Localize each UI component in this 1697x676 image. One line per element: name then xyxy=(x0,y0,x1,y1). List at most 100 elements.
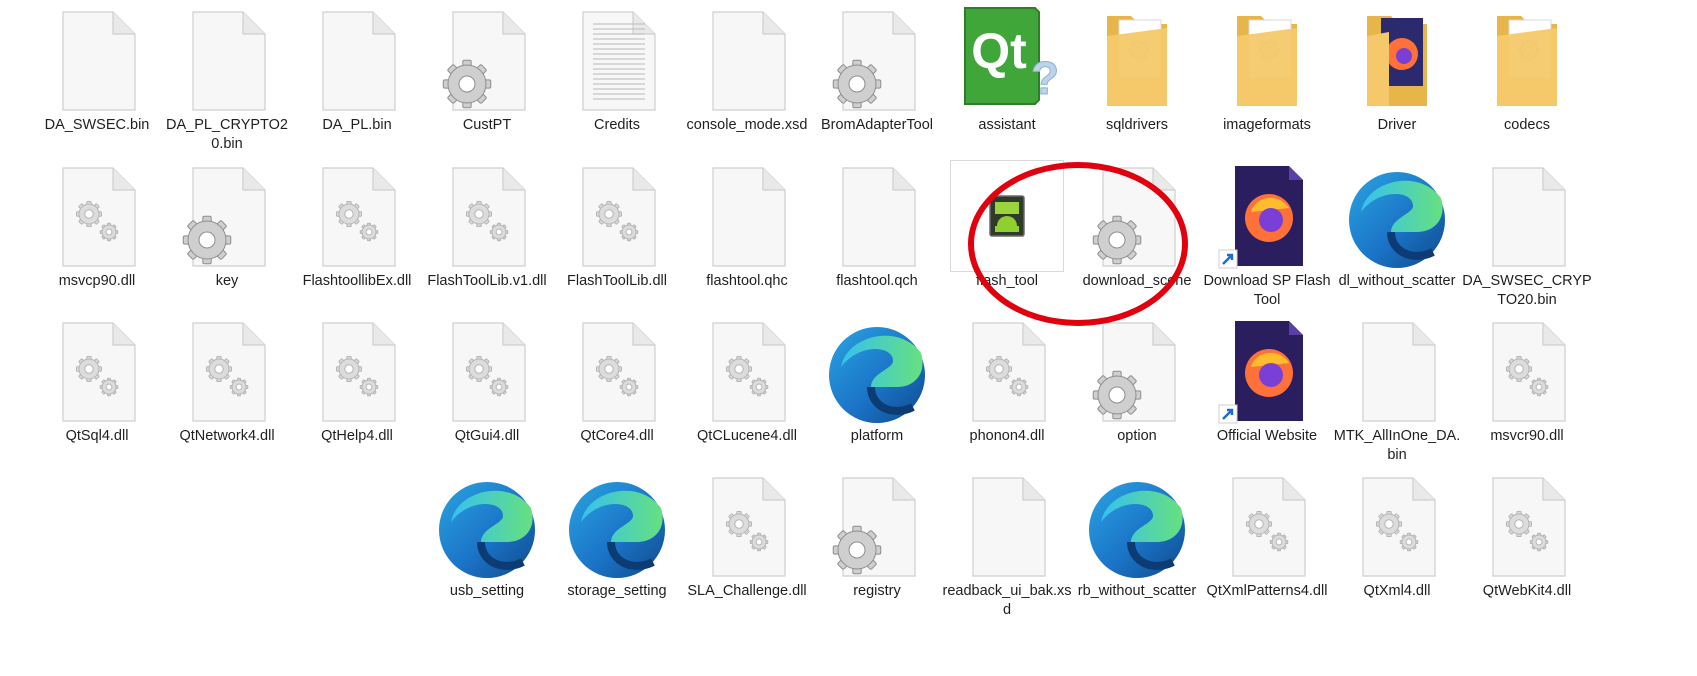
folder-icon xyxy=(1217,6,1317,116)
edge-icon xyxy=(437,472,537,582)
file-item[interactable]: registry xyxy=(812,470,942,620)
file-item[interactable]: BromAdapterTool xyxy=(812,4,942,154)
file-name-label: QtNetwork4.dll xyxy=(179,428,275,444)
file-name-label: option xyxy=(1117,428,1157,444)
file-name-label: FlashToolLib.dll xyxy=(567,273,667,289)
file-item[interactable]: platform xyxy=(812,315,942,465)
file-name-label: msvcr90.dll xyxy=(1490,428,1564,444)
blank-file-icon xyxy=(697,6,797,116)
application-gear-icon xyxy=(177,162,277,272)
file-item[interactable]: Qt ? assistant xyxy=(942,4,1072,154)
file-item[interactable]: codecs xyxy=(1462,4,1592,154)
file-item[interactable]: readback_ui_bak.xsd xyxy=(942,470,1072,620)
file-name-label: codecs xyxy=(1504,117,1550,133)
text-document-icon xyxy=(567,6,667,116)
dll-file-icon xyxy=(47,162,147,272)
file-name-label: registry xyxy=(853,583,901,599)
file-item[interactable]: FlashtoollibEx.dll xyxy=(292,160,422,310)
file-item[interactable]: Driver xyxy=(1332,4,1462,154)
file-name-label: sqldrivers xyxy=(1105,117,1169,133)
file-name-label: FlashtoollibEx.dll xyxy=(302,273,412,289)
file-name-label: DA_SWSEC_CRYPTO20.bin xyxy=(1462,273,1592,308)
file-item[interactable]: QtCore4.dll xyxy=(552,315,682,465)
file-item[interactable]: QtSql4.dll xyxy=(32,315,162,465)
file-name-label: BromAdapterTool xyxy=(820,117,934,133)
file-name-label: Download SP Flash Tool xyxy=(1203,273,1331,308)
file-name-label: Credits xyxy=(594,117,640,133)
file-name-label: download_scene xyxy=(1082,273,1192,289)
file-item[interactable]: CustPT xyxy=(422,4,552,154)
file-grid: DA_SWSEC.bin DA_PL_CRYPTO20.bin DA_PL.bi… xyxy=(0,0,1697,676)
dll-file-icon xyxy=(1477,472,1577,582)
file-item[interactable]: usb_setting xyxy=(422,470,552,620)
file-name-label: usb_setting xyxy=(449,583,525,599)
file-name-label: storage_setting xyxy=(567,583,667,599)
file-name-label: QtXml4.dll xyxy=(1363,583,1431,599)
edge-icon xyxy=(1087,472,1187,582)
file-item[interactable]: flashtool.qch xyxy=(812,160,942,310)
file-item[interactable]: imageformats xyxy=(1202,4,1332,154)
file-name-label: flashtool.qhc xyxy=(706,273,788,289)
file-item[interactable]: MTK_AllInOne_DA.bin xyxy=(1332,315,1462,465)
blank-file-icon xyxy=(957,472,1057,582)
application-gear-icon xyxy=(827,6,927,116)
firefox-shortcut-icon xyxy=(1217,162,1317,272)
file-item[interactable]: storage_setting xyxy=(552,470,682,620)
file-item[interactable]: DA_SWSEC.bin xyxy=(32,4,162,154)
file-item[interactable]: QtXmlPatterns4.dll xyxy=(1202,470,1332,620)
folder-firefox-icon xyxy=(1347,6,1447,116)
file-name-label: QtSql4.dll xyxy=(65,428,129,444)
file-item[interactable]: msvcp90.dll xyxy=(32,160,162,310)
file-item[interactable]: flash_tool xyxy=(942,160,1072,310)
qt-assistant-icon: Qt ? xyxy=(957,6,1060,116)
blank-file-icon xyxy=(177,6,277,116)
file-item[interactable]: sqldrivers xyxy=(1072,4,1202,154)
file-name-label: msvcp90.dll xyxy=(58,273,136,289)
file-name-label: DA_SWSEC.bin xyxy=(44,117,150,133)
file-item[interactable]: QtNetwork4.dll xyxy=(162,315,292,465)
file-item[interactable]: download_scene xyxy=(1072,160,1202,310)
file-item[interactable]: key xyxy=(162,160,292,310)
dll-file-icon xyxy=(437,317,537,427)
dll-file-icon xyxy=(177,317,277,427)
file-name-label: CustPT xyxy=(462,117,512,133)
file-name-label: QtWebKit4.dll xyxy=(1482,583,1572,599)
file-item[interactable]: QtGui4.dll xyxy=(422,315,552,465)
file-name-label: Official Website xyxy=(1216,428,1318,444)
dll-file-icon xyxy=(567,317,667,427)
file-item[interactable]: FlashToolLib.v1.dll xyxy=(422,160,552,310)
file-item[interactable]: phonon4.dll xyxy=(942,315,1072,465)
file-item[interactable]: QtHelp4.dll xyxy=(292,315,422,465)
file-name-label: QtHelp4.dll xyxy=(321,428,393,444)
dll-file-icon xyxy=(697,317,797,427)
application-gear-icon xyxy=(437,6,537,116)
file-item[interactable]: DA_PL.bin xyxy=(292,4,422,154)
file-item[interactable]: QtWebKit4.dll xyxy=(1462,470,1592,620)
file-item[interactable]: QtXml4.dll xyxy=(1332,470,1462,620)
file-item[interactable]: msvcr90.dll xyxy=(1462,315,1592,465)
file-item[interactable]: Download SP Flash Tool xyxy=(1202,160,1332,310)
file-item[interactable]: FlashToolLib.dll xyxy=(552,160,682,310)
file-item[interactable]: rb_without_scatter xyxy=(1072,470,1202,620)
file-item[interactable]: dl_without_scatter xyxy=(1332,160,1462,310)
folder-icon xyxy=(1087,6,1187,116)
file-name-label: DA_PL.bin xyxy=(322,117,392,133)
file-item[interactable]: option xyxy=(1072,315,1202,465)
file-item[interactable]: flashtool.qhc xyxy=(682,160,812,310)
file-item[interactable]: Official Website xyxy=(1202,315,1332,465)
file-item[interactable]: DA_PL_CRYPTO20.bin xyxy=(162,4,292,154)
file-item[interactable]: console_mode.xsd xyxy=(682,4,812,154)
blank-file-icon xyxy=(827,162,927,272)
file-name-label: assistant xyxy=(978,117,1036,133)
file-item[interactable]: QtCLucene4.dll xyxy=(682,315,812,465)
file-item[interactable]: Credits xyxy=(552,4,682,154)
dll-file-icon xyxy=(47,317,147,427)
dll-file-icon xyxy=(437,162,537,272)
blank-file-icon xyxy=(697,162,797,272)
application-gear-icon xyxy=(1087,317,1187,427)
file-name-label: QtXmlPatterns4.dll xyxy=(1206,583,1328,599)
dll-file-icon xyxy=(697,472,797,582)
file-item[interactable]: SLA_Challenge.dll xyxy=(682,470,812,620)
file-item[interactable]: DA_SWSEC_CRYPTO20.bin xyxy=(1462,160,1592,310)
file-name-label: readback_ui_bak.xsd xyxy=(942,583,1072,618)
